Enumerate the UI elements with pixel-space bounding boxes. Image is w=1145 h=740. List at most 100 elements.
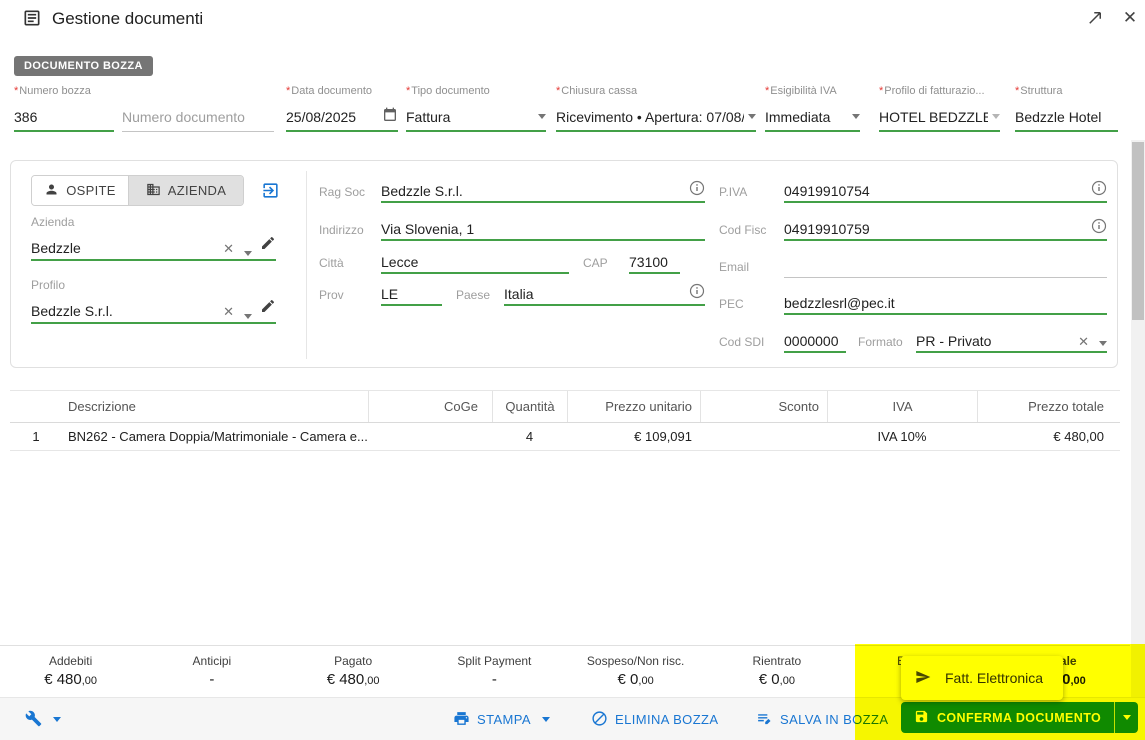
- citta-label: Città: [319, 256, 344, 270]
- profilo-fatturazione-value[interactable]: HOTEL BEDZZLE S: [879, 109, 988, 125]
- elimina-bozza-button[interactable]: ELIMINA BOZZA: [591, 698, 718, 740]
- button-label: SALVA IN BOZZA: [780, 712, 889, 727]
- field-tipo-documento[interactable]: *Tipo documento Fattura: [406, 85, 546, 135]
- tab-ospite[interactable]: OSPITE: [32, 176, 128, 205]
- row-quantita: 4: [525, 429, 534, 444]
- stampa-button[interactable]: STAMPA: [453, 698, 550, 740]
- profilo-value: Bedzzle S.r.l.: [31, 303, 113, 319]
- col-num: [10, 391, 62, 422]
- scrollbar[interactable]: [1131, 140, 1145, 697]
- info-icon[interactable]: [1091, 218, 1107, 237]
- salva-in-bozza-button[interactable]: SALVA IN BOZZA: [756, 698, 888, 740]
- struttura-value[interactable]: Bedzzle Hotel: [1015, 109, 1118, 125]
- indirizzo-input[interactable]: Via Slovenia, 1: [381, 221, 705, 241]
- field-esigibilita-iva[interactable]: *Esigibilità IVA Immediata: [765, 85, 860, 135]
- azienda-select[interactable]: Bedzzle ✕: [31, 231, 276, 261]
- chevron-down-icon[interactable]: [748, 114, 756, 119]
- piva-input[interactable]: 04919910754: [784, 180, 1107, 203]
- close-icon[interactable]: ✕: [1119, 6, 1141, 30]
- codsdi-label: Cod SDI: [719, 335, 765, 349]
- table-header: Descrizione CoGe Quantità Prezzo unitari…: [10, 390, 1120, 423]
- export-icon[interactable]: [261, 181, 280, 205]
- tab-azienda[interactable]: AZIENDA: [129, 176, 243, 205]
- calendar-icon[interactable]: [382, 107, 398, 126]
- paese-input[interactable]: Italia: [504, 283, 705, 306]
- field-struttura[interactable]: *Struttura Bedzzle Hotel: [1015, 85, 1118, 135]
- divider: [306, 171, 307, 359]
- citta-input[interactable]: Lecce: [381, 254, 569, 274]
- chevron-down-icon[interactable]: [244, 314, 252, 319]
- clear-icon[interactable]: ✕: [223, 305, 234, 319]
- save-icon: [914, 709, 929, 727]
- formato-label: Formato: [858, 335, 903, 349]
- required-marker: *: [14, 85, 19, 97]
- chevron-down-icon[interactable]: [992, 114, 1000, 119]
- chevron-down-icon[interactable]: [852, 114, 860, 119]
- chevron-down-icon[interactable]: [1099, 341, 1107, 346]
- ragsoc-row: Rag Soc Bedzzle S.r.l.: [319, 173, 705, 203]
- email-row: Email: [719, 248, 1107, 278]
- fatt-elettronica-menu-item[interactable]: Fatt. Elettronica: [901, 656, 1063, 700]
- status-badge: DOCUMENTO BOZZA: [14, 56, 153, 76]
- cap-input[interactable]: 73100: [629, 254, 680, 274]
- required-marker: *: [879, 85, 884, 97]
- save-draft-icon: [756, 710, 773, 730]
- codsdi-input[interactable]: 0000000: [784, 333, 846, 353]
- required-marker: *: [286, 85, 291, 97]
- summary-rientrato: Rientrato € 0,00: [752, 654, 802, 688]
- expand-icon[interactable]: [1086, 9, 1106, 29]
- field-data-documento[interactable]: *Data documento 25/08/2025: [286, 85, 398, 135]
- info-icon[interactable]: [689, 180, 705, 199]
- person-icon: [44, 182, 59, 200]
- button-label: STAMPA: [477, 712, 531, 727]
- pec-input[interactable]: bedzzlesrl@pec.it: [784, 295, 1107, 315]
- col-coge: CoGe: [368, 391, 492, 422]
- field-label: Numero bozza: [19, 85, 91, 97]
- field-label: Profilo di fatturazio...: [884, 85, 985, 97]
- esigibilita-iva-value[interactable]: Immediata: [765, 109, 848, 125]
- clear-icon[interactable]: ✕: [1078, 335, 1089, 349]
- col-descrizione: Descrizione: [68, 399, 136, 414]
- chevron-down-icon[interactable]: [538, 114, 546, 119]
- button-label: ELIMINA BOZZA: [615, 712, 719, 727]
- chiusura-cassa-value[interactable]: Ricevimento • Apertura: 07/08/: [556, 109, 744, 125]
- tab-label: OSPITE: [66, 183, 116, 198]
- data-documento-value[interactable]: 25/08/2025: [286, 109, 382, 125]
- ragsoc-input[interactable]: Bedzzle S.r.l.: [381, 180, 705, 203]
- edit-icon[interactable]: [260, 298, 276, 319]
- profilo-select[interactable]: Bedzzle S.r.l. ✕: [31, 294, 276, 324]
- conferma-dropdown-toggle[interactable]: [1114, 702, 1138, 733]
- field-chiusura-cassa[interactable]: *Chiusura cassa Ricevimento • Apertura: …: [556, 85, 756, 135]
- info-icon[interactable]: [1091, 180, 1107, 199]
- button-label: CONFERMA DOCUMENTO: [937, 710, 1102, 725]
- field-numero-documento[interactable]: Numero documento: [122, 85, 274, 135]
- conferma-documento-button[interactable]: CONFERMA DOCUMENTO: [901, 702, 1139, 733]
- table-row[interactable]: 1 BN262 - Camera Doppia/Matrimoniale - C…: [10, 423, 1120, 451]
- summary-split-payment: Split Payment -: [457, 654, 532, 688]
- col-prezzo-unitario: Prezzo unitario: [567, 391, 700, 422]
- col-prezzo-totale: Prezzo totale: [977, 391, 1120, 422]
- clear-icon[interactable]: ✕: [223, 242, 234, 256]
- info-icon[interactable]: [689, 283, 705, 302]
- conferma-documento-main[interactable]: CONFERMA DOCUMENTO: [901, 702, 1114, 733]
- prov-input[interactable]: LE: [381, 286, 442, 306]
- formato-select[interactable]: PR - Privato ✕: [916, 333, 1107, 353]
- tools-menu-button[interactable]: [25, 698, 61, 740]
- col-sconto: Sconto: [700, 391, 827, 422]
- tipo-documento-value[interactable]: Fattura: [406, 109, 534, 125]
- edit-icon[interactable]: [260, 235, 276, 256]
- field-numero-bozza[interactable]: *Numero bozza 386: [14, 85, 114, 135]
- scrollbar-thumb[interactable]: [1132, 142, 1144, 320]
- azienda-value: Bedzzle: [31, 240, 81, 256]
- chevron-down-icon[interactable]: [244, 251, 252, 256]
- piva-label: P.IVA: [719, 185, 748, 199]
- col-quantita: Quantità: [492, 391, 567, 422]
- email-input[interactable]: [784, 275, 1107, 278]
- field-profilo-fatturazione[interactable]: *Profilo di fatturazio... HOTEL BEDZZLE …: [879, 85, 1000, 135]
- summary-addebiti: Addebiti € 480,00: [44, 654, 98, 688]
- line-items-table: Descrizione CoGe Quantità Prezzo unitari…: [10, 390, 1120, 451]
- codfisc-row: Cod Fisc 04919910759: [719, 211, 1107, 241]
- numero-bozza-value[interactable]: 386: [14, 109, 114, 125]
- numero-documento-placeholder[interactable]: Numero documento: [122, 109, 274, 125]
- codfisc-input[interactable]: 04919910759: [784, 218, 1107, 241]
